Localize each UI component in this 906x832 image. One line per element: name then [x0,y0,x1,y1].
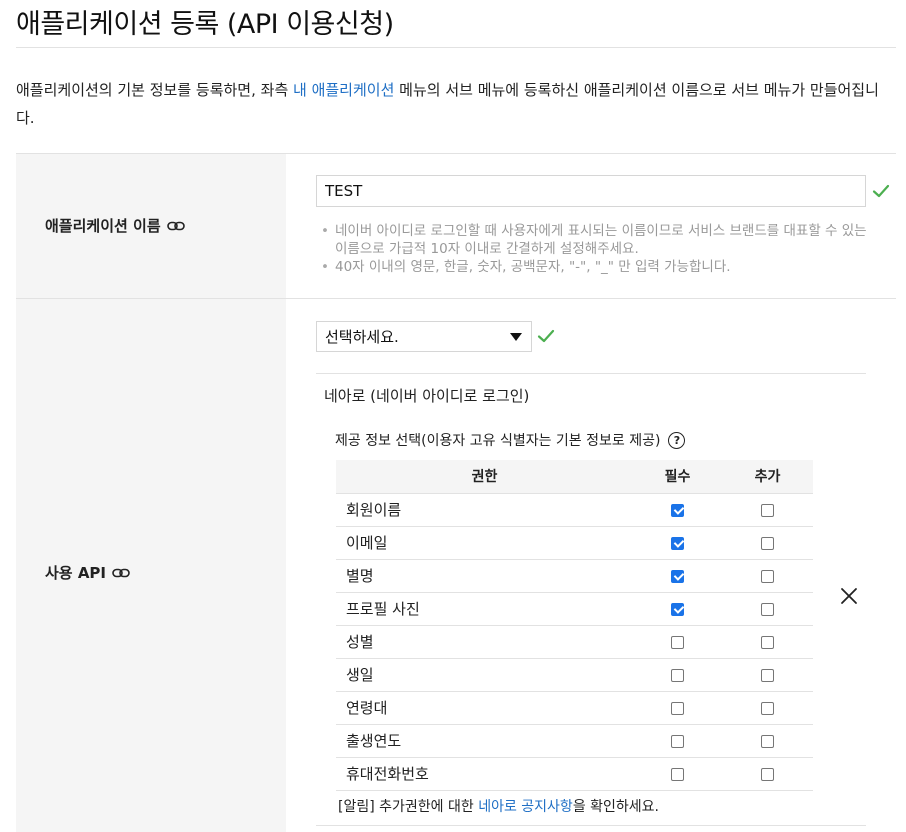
app-name-row: 애플리케이션 이름 네이버 아이디로 로그인할 때 사용자에게 표시되는 이름이… [16,154,896,299]
required-cell [633,559,722,593]
additional-cell [722,526,813,560]
app-name-input[interactable] [316,175,866,207]
permission-name: 생일 [336,658,633,692]
close-icon[interactable] [838,585,860,607]
additional-cell [722,724,813,758]
notice-after: 을 확인하세요. [572,799,660,815]
api-panel-naver-login: 네아로 (네이버 아이디로 로그인) 제공 정보 선택(이용자 고유 식별자는 … [316,373,866,826]
title-divider [16,47,896,48]
required-checkbox[interactable] [671,503,684,517]
permission-name: 프로필 사진 [336,592,633,626]
app-name-label: 애플리케이션 이름 [45,217,161,235]
permission-name: 성별 [336,625,633,659]
api-select-value: 선택하세요. [325,328,399,346]
link-icon[interactable] [112,567,130,579]
column-header-required: 필수 [633,460,722,494]
table-row: 회원이름 [336,493,813,527]
app-name-content: 네이버 아이디로 로그인할 때 사용자에게 표시되는 이름이므로 서비스 브랜드… [286,154,896,298]
additional-checkbox[interactable] [761,503,774,517]
permission-table: 권한 필수 추가 회원이름 이메일 별명 프로필 사진 성별 생일 연령대 출생연도 휴대전화번… [336,460,813,791]
table-row: 생일 [336,658,813,692]
api-content: 선택하세요. 네아로 (네이버 아이디로 로그인) 제공 정보 선택(이용자 고… [286,299,896,832]
permission-name: 출생연도 [336,724,633,758]
additional-cell [722,493,813,527]
table-row: 휴대전화번호 [336,757,813,791]
required-cell [633,691,722,725]
additional-checkbox[interactable] [761,701,774,715]
table-row: 프로필 사진 [336,592,813,626]
info-select-label: 제공 정보 선택(이용자 고유 식별자는 기본 정보로 제공) [335,433,661,449]
api-row: 사용 API 선택하세요. 네아로 (네이버 아이디로 로그인) 제공 정보 선… [16,299,896,832]
table-row: 별명 [336,559,813,593]
table-header-row: 권한 필수 추가 [336,460,813,494]
notice-before: [알림] 추가권한에 대한 [338,799,479,815]
app-name-hints: 네이버 아이디로 로그인할 때 사용자에게 표시되는 이름이므로 서비스 브랜드… [321,222,881,276]
app-name-hint: 네이버 아이디로 로그인할 때 사용자에게 표시되는 이름이므로 서비스 브랜드… [321,222,881,258]
my-applications-link[interactable]: 내 애플리케이션 [293,81,394,99]
table-row: 연령대 [336,691,813,725]
permission-name: 연령대 [336,691,633,725]
table-row: 이메일 [336,526,813,560]
help-icon[interactable]: ? [668,431,686,449]
required-cell [633,625,722,659]
additional-cell [722,592,813,626]
notice-text: [알림] 추가권한에 대한 네아로 공지사항을 확인하세요. [338,796,659,816]
api-label: 사용 API [45,564,107,582]
check-icon [537,329,555,343]
permission-name: 별명 [336,559,633,593]
permission-name: 휴대전화번호 [336,757,633,791]
app-name-label-cell: 애플리케이션 이름 [16,154,286,298]
required-cell [633,757,722,791]
required-cell [633,658,722,692]
required-checkbox[interactable] [671,536,684,550]
additional-checkbox[interactable] [761,767,774,781]
check-icon [872,184,890,198]
additional-cell [722,559,813,593]
required-checkbox[interactable] [671,635,684,649]
api-panel-title: 네아로 (네이버 아이디로 로그인) [324,387,530,405]
required-cell [633,526,722,560]
registration-form: 애플리케이션 이름 네이버 아이디로 로그인할 때 사용자에게 표시되는 이름이… [16,153,896,832]
additional-checkbox[interactable] [761,569,774,583]
column-header-additional: 추가 [722,460,813,494]
intro-text-before: 애플리케이션의 기본 정보를 등록하면, 좌측 [16,81,294,99]
triangle-down-icon [510,332,522,341]
permission-name: 회원이름 [336,493,633,527]
app-name-hint: 40자 이내의 영문, 한글, 숫자, 공백문자, "-", "_" 만 입력 … [321,258,881,276]
required-cell [633,724,722,758]
permission-name: 이메일 [336,526,633,560]
required-checkbox[interactable] [671,602,684,616]
additional-checkbox[interactable] [761,536,774,550]
table-row: 출생연도 [336,724,813,758]
api-label-cell: 사용 API [16,299,286,832]
link-icon[interactable] [166,220,185,232]
permission-table-body: 회원이름 이메일 별명 프로필 사진 성별 생일 연령대 출생연도 휴대전화번호 [336,493,813,791]
required-checkbox[interactable] [671,668,684,682]
additional-cell [722,691,813,725]
required-checkbox[interactable] [671,701,684,715]
info-select-title: 제공 정보 선택(이용자 고유 식별자는 기본 정보로 제공) ? [335,430,686,450]
required-checkbox[interactable] [671,767,684,781]
api-select[interactable]: 선택하세요. [316,321,532,352]
additional-checkbox[interactable] [761,734,774,748]
additional-checkbox[interactable] [761,602,774,616]
additional-cell [722,625,813,659]
required-cell [633,592,722,626]
page-title: 애플리케이션 등록 (API 이용신청) [16,9,394,40]
notice-link[interactable]: 네아로 공지사항 [478,799,573,815]
required-cell [633,493,722,527]
table-row: 성별 [336,625,813,659]
additional-cell [722,658,813,692]
additional-checkbox[interactable] [761,635,774,649]
required-checkbox[interactable] [671,569,684,583]
additional-cell [722,757,813,791]
additional-checkbox[interactable] [761,668,774,682]
column-header-permission: 권한 [336,460,633,494]
required-checkbox[interactable] [671,734,684,748]
intro-text: 애플리케이션의 기본 정보를 등록하면, 좌측 내 애플리케이션 메뉴의 서브 … [16,76,896,132]
